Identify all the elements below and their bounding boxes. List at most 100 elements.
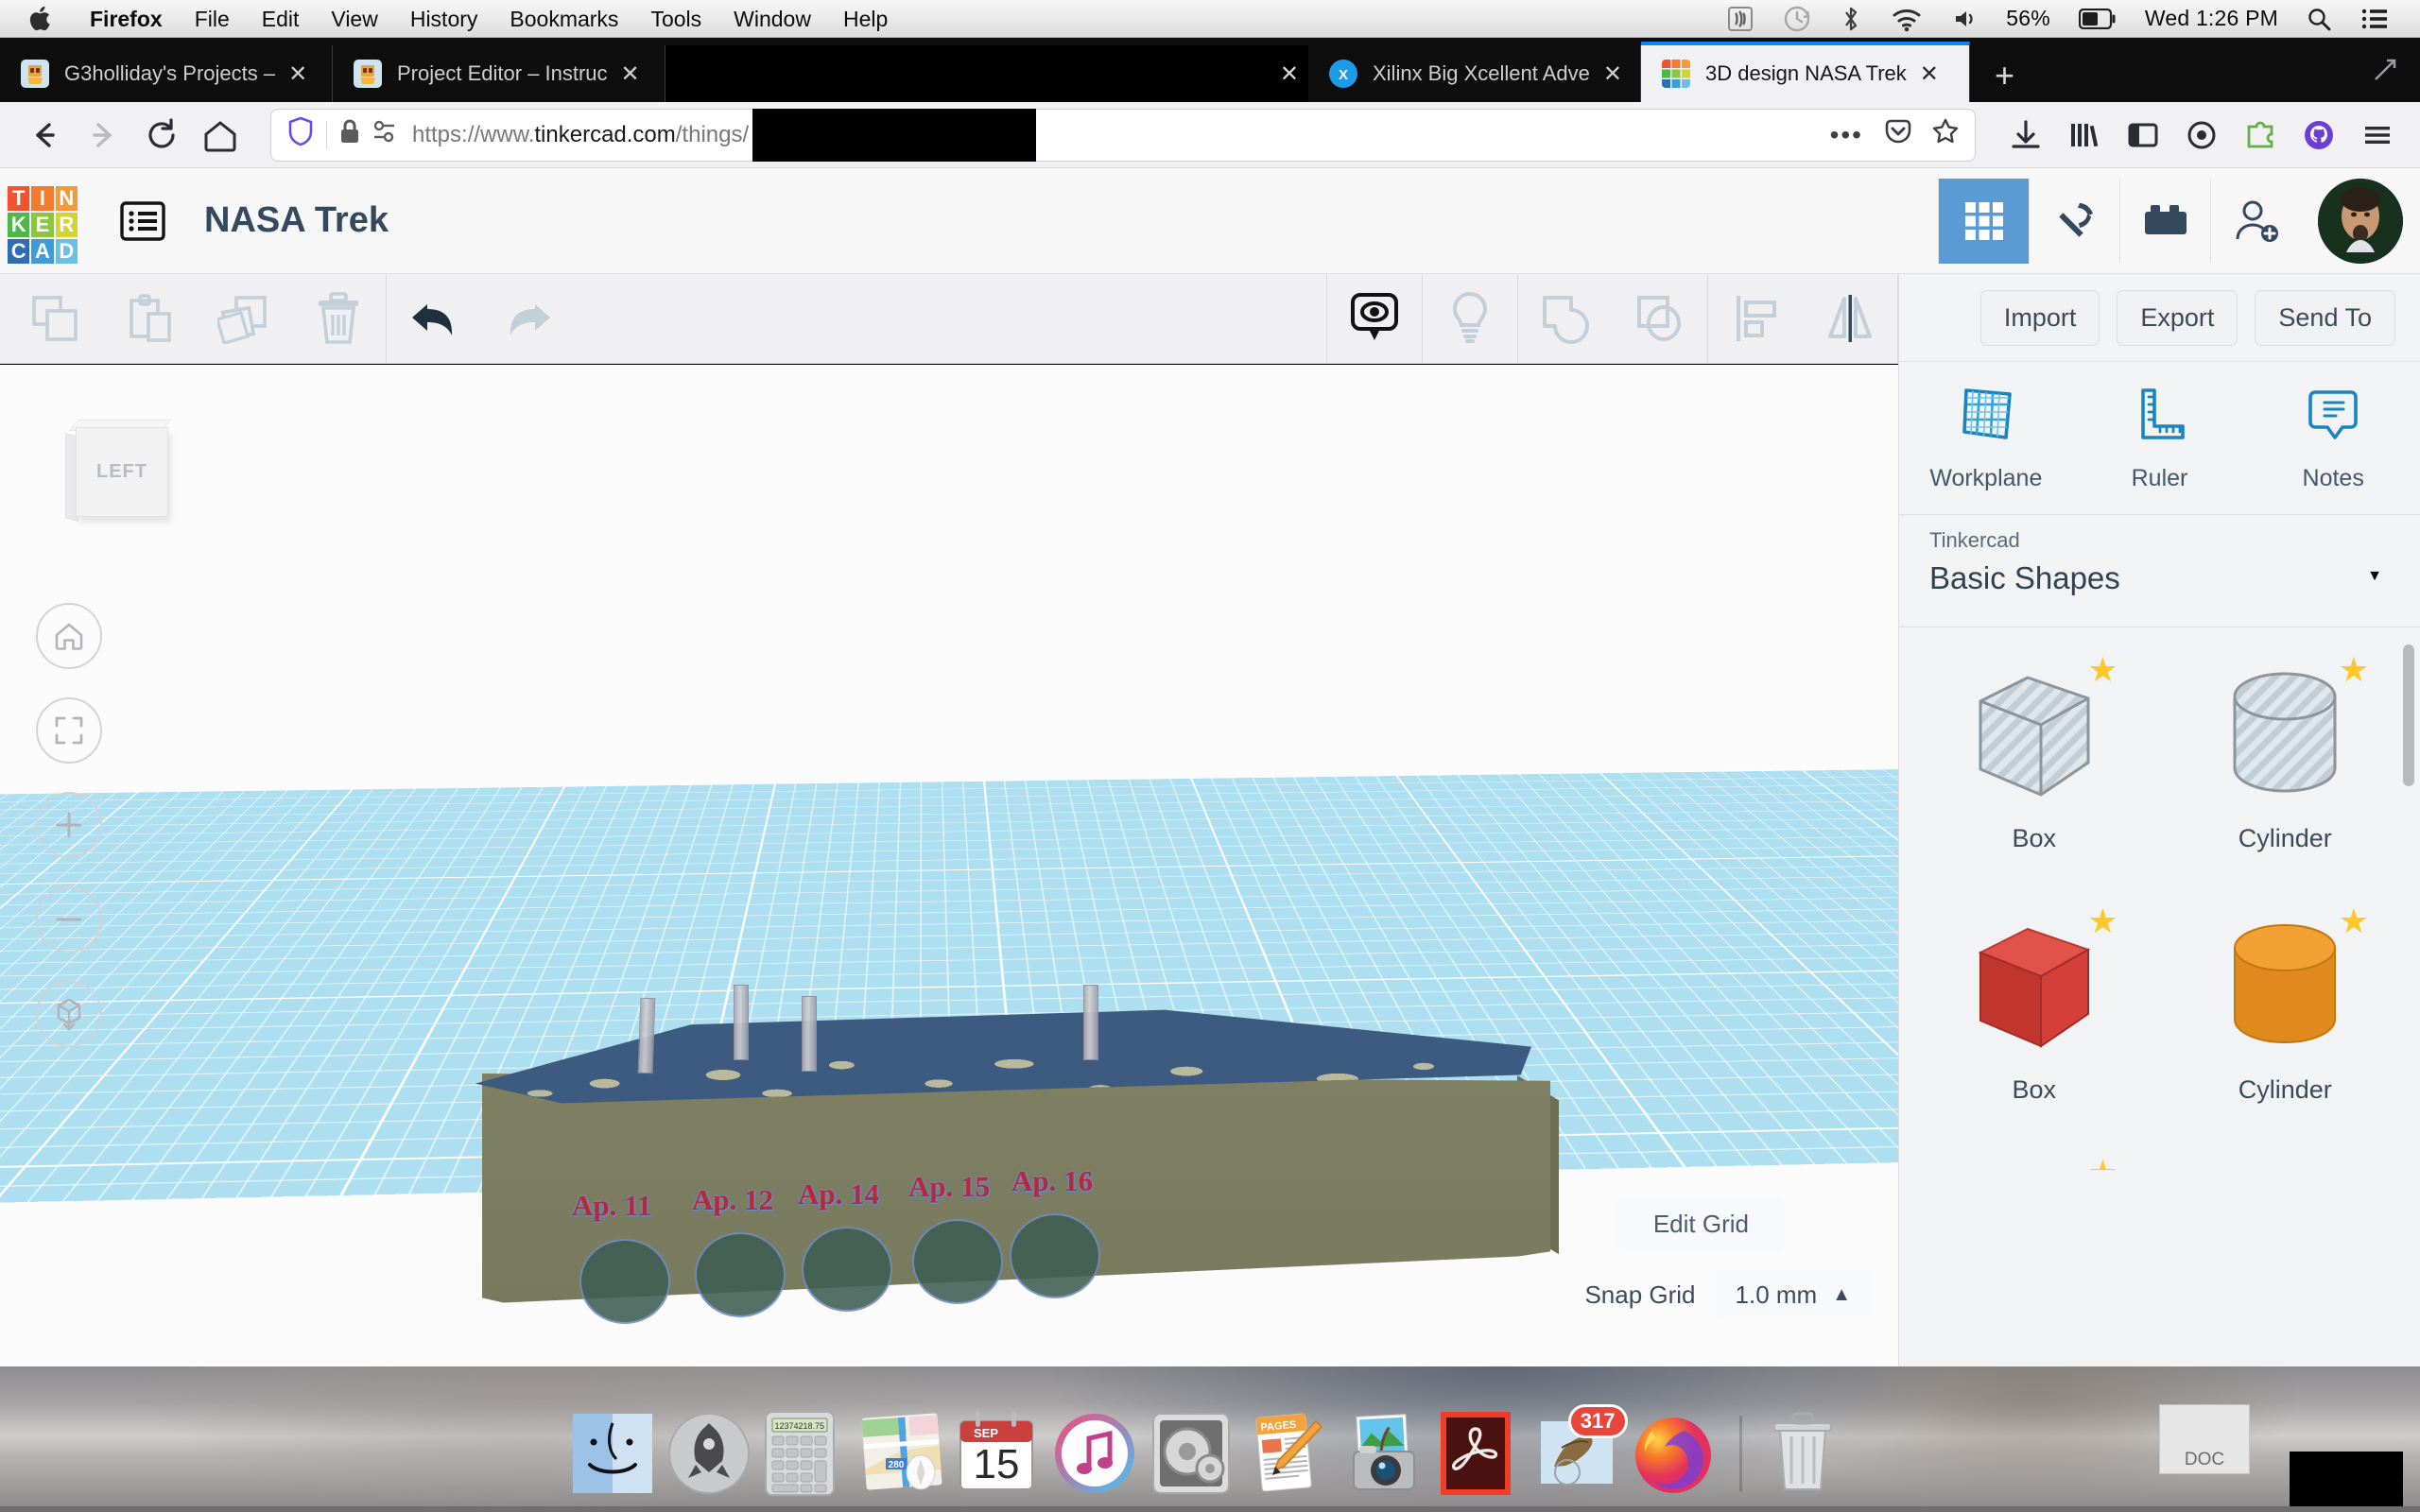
lego-brick-icon[interactable] [2119, 178, 2210, 264]
time-machine-icon[interactable] [1783, 5, 1811, 33]
dock-item-acrobat-reader[interactable] [1437, 1410, 1524, 1497]
dock-item-maps[interactable]: 280 [858, 1410, 945, 1497]
url-bar[interactable]: https://www.tinkercad.com/things/ ••• [270, 108, 1976, 162]
page-actions-ellipsis-icon[interactable]: ••• [1830, 120, 1863, 150]
crater-marker[interactable] [802, 1227, 892, 1312]
menu-file[interactable]: File [179, 0, 246, 38]
shape-item-hand[interactable] [2160, 1147, 2411, 1170]
view-cube-front-face[interactable]: LEFT [76, 427, 168, 517]
3d-canvas[interactable]: LEFT Ap. 11 Ap. 12 Ap. 14 Ap. 15 Ap. 16 … [0, 365, 1898, 1366]
edit-grid-button[interactable]: Edit Grid [1616, 1197, 1785, 1251]
home-view-button[interactable] [36, 603, 102, 669]
crater-marker[interactable] [912, 1219, 1003, 1304]
star-icon[interactable]: ★ [2339, 650, 2369, 690]
menu-bookmarks[interactable]: Bookmarks [493, 0, 634, 38]
hamburger-menu-button[interactable] [2348, 106, 2407, 164]
dock-item-finder[interactable] [569, 1410, 656, 1497]
view-cube[interactable]: LEFT [59, 418, 172, 524]
menu-firefox[interactable]: Firefox [74, 0, 179, 38]
battery-icon[interactable] [2078, 8, 2117, 29]
container-tabs-icon[interactable] [2172, 106, 2231, 164]
mirror-button[interactable] [1803, 274, 1897, 364]
undo-button[interactable] [387, 274, 481, 364]
user-avatar[interactable] [2318, 178, 2403, 264]
grid-view-button[interactable] [1938, 178, 2029, 264]
github-icon[interactable] [2290, 106, 2348, 164]
crater-marker[interactable] [1010, 1213, 1100, 1298]
light-button[interactable] [1423, 274, 1517, 364]
document-thumbnail[interactable]: DOC [2159, 1404, 2250, 1474]
pocket-icon[interactable] [1884, 117, 1912, 152]
menu-edit[interactable]: Edit [246, 0, 316, 38]
crater-marker[interactable] [579, 1239, 670, 1324]
delete-button[interactable] [291, 274, 386, 364]
fit-to-view-button[interactable] [36, 697, 102, 764]
scrollbar-thumb[interactable] [2403, 644, 2414, 786]
invite-people-button[interactable] [2210, 178, 2301, 264]
send-to-button[interactable]: Send To [2255, 289, 2395, 346]
zoom-in-button[interactable] [36, 792, 102, 858]
star-icon[interactable]: ★ [2339, 902, 2369, 941]
paste-button[interactable] [102, 274, 197, 364]
page-title[interactable]: NASA Trek [204, 200, 389, 241]
tab-close-icon[interactable]: ✕ [1280, 60, 1299, 88]
browser-tab-1[interactable]: Project Editor – Instruc ✕ [333, 45, 666, 102]
browser-tab-4-active[interactable]: 3D design NASA Trek ✕ [1641, 42, 1970, 102]
tab-close-icon[interactable]: ✕ [288, 60, 307, 88]
dock-item-photo-booth[interactable] [1340, 1410, 1427, 1497]
sidebar-scrollbar[interactable] [2403, 644, 2414, 1136]
tinkercad-logo[interactable]: T I N K E R C A D [8, 185, 78, 264]
padlock-icon[interactable] [338, 117, 361, 152]
tab-close-icon[interactable]: ✕ [1920, 60, 1939, 88]
project-list-icon[interactable] [119, 200, 166, 242]
lunar-terrain-model[interactable]: Ap. 11 Ap. 12 Ap. 14 Ap. 15 Ap. 16 [454, 985, 1559, 1338]
pickaxe-icon[interactable] [2029, 178, 2119, 264]
back-button[interactable] [15, 106, 74, 164]
orthographic-toggle-button[interactable] [36, 981, 102, 1047]
addon-puzzle-icon[interactable] [2231, 106, 2290, 164]
site-permissions-icon[interactable] [372, 119, 397, 150]
star-icon[interactable]: ★ [2087, 650, 2118, 690]
dock-item-mail[interactable]: 317 [1533, 1404, 1628, 1497]
dock-item-trash[interactable] [1765, 1410, 1852, 1497]
downloads-button[interactable] [1996, 106, 2055, 164]
shape-item-sphere[interactable]: ★ [1909, 1147, 2160, 1170]
ruler-tool[interactable]: Ruler [2073, 362, 2247, 514]
export-button[interactable]: Export [2117, 289, 2238, 346]
duplicate-button[interactable] [197, 274, 291, 364]
bluetooth-icon[interactable] [1841, 5, 1860, 33]
star-icon[interactable]: ★ [2087, 902, 2118, 941]
copy-button[interactable] [8, 274, 102, 364]
star-icon[interactable]: ★ [2087, 1153, 2118, 1170]
dock-item-pages[interactable]: PAGES [1244, 1410, 1331, 1497]
shape-library-select[interactable]: Tinkercad Basic Shapes ▼ [1899, 514, 2420, 627]
menu-bar-clock[interactable]: Wed 1:26 PM [2145, 6, 2278, 31]
browser-tab-3[interactable]: X Xilinx Big Xcellent Adve ✕ [1308, 45, 1641, 102]
tab-close-icon[interactable]: ✕ [621, 60, 640, 88]
wifi-icon[interactable] [1891, 6, 1923, 32]
dock-item-itunes[interactable] [1051, 1410, 1138, 1497]
library-button[interactable] [2055, 106, 2114, 164]
url-text[interactable]: https://www.tinkercad.com/things/ [412, 122, 749, 148]
notes-tool[interactable]: Notes [2246, 362, 2420, 514]
import-button[interactable]: Import [1979, 289, 2100, 346]
dock-item-system-preferences[interactable] [1148, 1410, 1235, 1497]
new-tab-button[interactable]: + [1970, 49, 2039, 102]
forward-button[interactable] [74, 106, 132, 164]
menu-view[interactable]: View [315, 0, 393, 38]
browser-tab-0[interactable]: G3holliday's Projects – ✕ [0, 45, 333, 102]
menu-tools[interactable]: Tools [634, 0, 717, 38]
sidebar-button[interactable] [2114, 106, 2172, 164]
workplane-tool[interactable]: Workplane [1899, 362, 2073, 514]
align-button[interactable] [1708, 274, 1803, 364]
bookmark-star-icon[interactable] [1931, 117, 1960, 152]
group-button[interactable] [1518, 274, 1613, 364]
menu-history[interactable]: History [394, 0, 494, 38]
redo-button[interactable] [481, 274, 576, 364]
zoom-out-button[interactable] [36, 886, 102, 953]
spotlight-search-icon[interactable] [2307, 7, 2331, 31]
browser-tab-2-redacted[interactable]: ✕ [666, 45, 1308, 102]
dock-item-calculator[interactable]: 12374218.75 [762, 1410, 849, 1497]
shape-item-cylinder-hole[interactable]: ★ Cylinder [2160, 644, 2411, 896]
menu-window[interactable]: Window [717, 0, 827, 38]
